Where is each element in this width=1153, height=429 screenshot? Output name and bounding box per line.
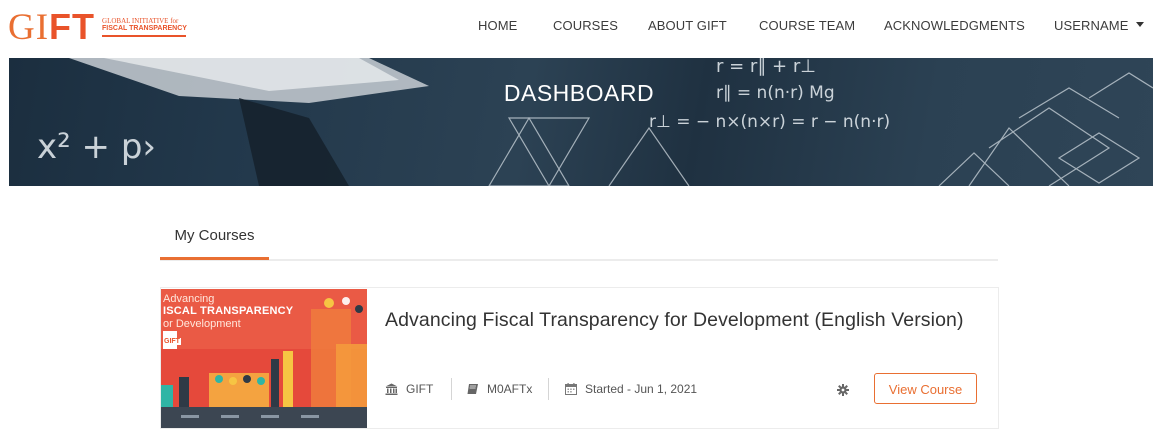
nav-courses[interactable]: COURSES — [553, 18, 618, 33]
username-label: USERNAME — [1054, 18, 1129, 33]
course-start-label: Started - Jun 1, 2021 — [585, 382, 698, 396]
course-org-label: GIFT — [406, 382, 434, 396]
gift-logo[interactable]: GIFT GLOBAL INITIATIVE for FISCAL TRANSP… — [8, 5, 187, 48]
institution-icon — [385, 383, 398, 395]
formula-line-3: r⊥ = − n×(n×r) = r − n(n·r) — [649, 112, 890, 132]
gear-icon[interactable] — [837, 384, 849, 396]
thumbnail-caption: Advancing ISCAL TRANSPARENCY or Developm… — [163, 293, 294, 345]
course-thumbnail[interactable]: Advancing ISCAL TRANSPARENCY or Developm… — [161, 289, 367, 428]
calendar-icon — [565, 383, 577, 395]
course-code: M0AFTx — [467, 382, 532, 396]
dashboard-banner: r = r∥ + r⊥ r∥ = n(n·r) Mg r⊥ = − n×(n×r… — [9, 58, 1153, 186]
nav-about-gift[interactable]: ABOUT GIFT — [648, 18, 727, 33]
course-org: GIFT — [385, 382, 433, 396]
view-course-button[interactable]: View Course — [874, 373, 977, 404]
nav-course-team[interactable]: COURSE TEAM — [759, 18, 855, 33]
nav-home[interactable]: HOME — [478, 18, 517, 33]
logo-mark: GIFT — [8, 5, 96, 48]
logo-line-2: FISCAL TRANSPARENCY — [102, 25, 187, 32]
logo-underline — [102, 35, 187, 37]
site-header: GIFT GLOBAL INITIATIVE for FISCAL TRANSP… — [0, 0, 1153, 58]
meta-divider — [548, 378, 549, 400]
course-card: Advancing ISCAL TRANSPARENCY or Developm… — [160, 287, 999, 429]
course-code-label: M0AFTx — [487, 382, 533, 396]
dashboard-tabs: My Courses — [160, 218, 998, 261]
logo-line-1: GLOBAL INITIATIVE for — [102, 17, 179, 25]
meta-divider — [451, 378, 452, 400]
book-icon — [467, 384, 478, 394]
page-title: DASHBOARD — [503, 80, 655, 106]
tab-my-courses[interactable]: My Courses — [160, 218, 269, 260]
banner-illustration: r = r∥ + r⊥ r∥ = n(n·r) Mg r⊥ = − n×(n×r… — [37, 58, 1153, 186]
thumbnail-badge: GIFT — [163, 338, 181, 345]
course-title[interactable]: Advancing Fiscal Transparency for Develo… — [385, 309, 964, 332]
logo-wordmark: GLOBAL INITIATIVE for FISCAL TRANSPARENC… — [102, 17, 187, 37]
user-menu[interactable]: USERNAME — [1054, 18, 1145, 33]
nav-acknowledgments[interactable]: ACKNOWLEDGMENTS — [884, 18, 1025, 33]
formula-line-4: x² + p› — [37, 127, 156, 167]
formula-line-1: r = r∥ + r⊥ — [716, 58, 816, 77]
caret-down-icon — [1136, 22, 1145, 28]
course-start-date: Started - Jun 1, 2021 — [565, 382, 697, 396]
